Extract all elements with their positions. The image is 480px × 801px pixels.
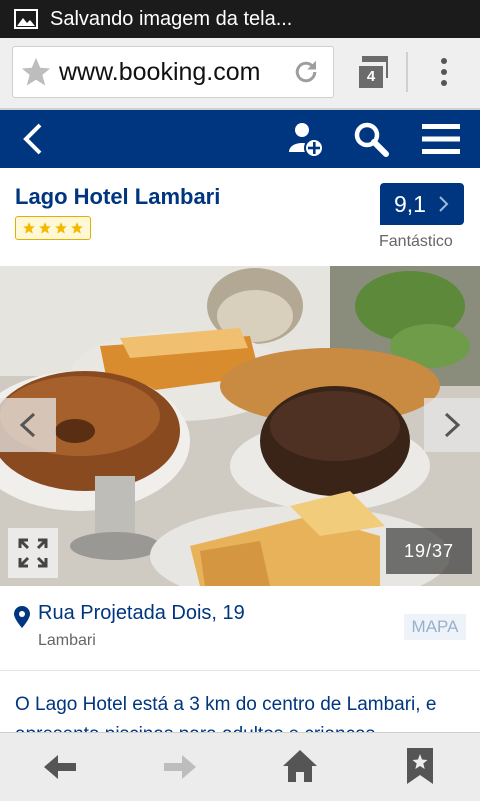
star-rating — [15, 216, 91, 240]
hotel-header: Lago Hotel Lambari 9,1 Fantástico — [0, 168, 480, 266]
search-icon[interactable] — [352, 120, 390, 158]
back-icon[interactable] — [18, 122, 48, 156]
image-icon — [14, 9, 38, 29]
status-bar: Salvando imagem da tela... — [0, 0, 480, 38]
url-text[interactable]: www.booking.com — [59, 58, 285, 87]
hotel-name: Lago Hotel Lambari — [15, 184, 221, 209]
address-section: Rua Projetada Dois, 19 Lambari MAPA — [0, 586, 480, 671]
reload-icon[interactable] — [291, 57, 321, 87]
review-score-label: Fantástico — [379, 233, 453, 250]
location-pin-icon — [14, 606, 30, 628]
expand-icon — [18, 538, 48, 568]
home-icon[interactable] — [282, 749, 318, 783]
tabs-button[interactable]: 4 — [350, 54, 390, 90]
app-header — [0, 110, 480, 168]
chevron-right-icon — [444, 412, 461, 438]
photo-counter: 19/37 — [386, 528, 472, 574]
overflow-menu-icon[interactable] — [436, 54, 452, 92]
browser-back-icon[interactable] — [42, 751, 78, 783]
star-icon — [55, 222, 67, 234]
next-photo-button[interactable] — [424, 398, 480, 452]
bookmarks-icon[interactable] — [406, 747, 434, 785]
review-score-button[interactable]: 9,1 — [380, 183, 464, 225]
address-city: Lambari — [38, 632, 96, 649]
tab-count: 4 — [359, 66, 383, 88]
browser-forward-icon[interactable] — [162, 751, 198, 783]
star-icon — [39, 222, 51, 234]
review-score: 9,1 — [394, 190, 426, 217]
star-icon — [71, 222, 83, 234]
url-bar[interactable]: www.booking.com — [12, 46, 334, 98]
menu-icon[interactable] — [420, 122, 462, 156]
chevron-left-icon — [19, 412, 36, 438]
status-text: Salvando imagem da tela... — [50, 7, 293, 30]
fullscreen-button[interactable] — [8, 528, 58, 578]
photo-gallery[interactable]: 19/37 — [0, 266, 480, 586]
toolbar-divider — [406, 52, 408, 92]
address-street[interactable]: Rua Projetada Dois, 19 — [38, 602, 245, 625]
browser-bottom-bar — [0, 732, 480, 801]
browser-toolbar: www.booking.com 4 — [0, 38, 480, 110]
bookmark-star-icon[interactable] — [19, 55, 53, 89]
previous-photo-button[interactable] — [0, 398, 56, 452]
star-icon — [23, 222, 35, 234]
map-button[interactable]: MAPA — [404, 614, 466, 640]
chevron-right-icon — [439, 196, 449, 212]
user-add-icon[interactable] — [286, 120, 324, 158]
